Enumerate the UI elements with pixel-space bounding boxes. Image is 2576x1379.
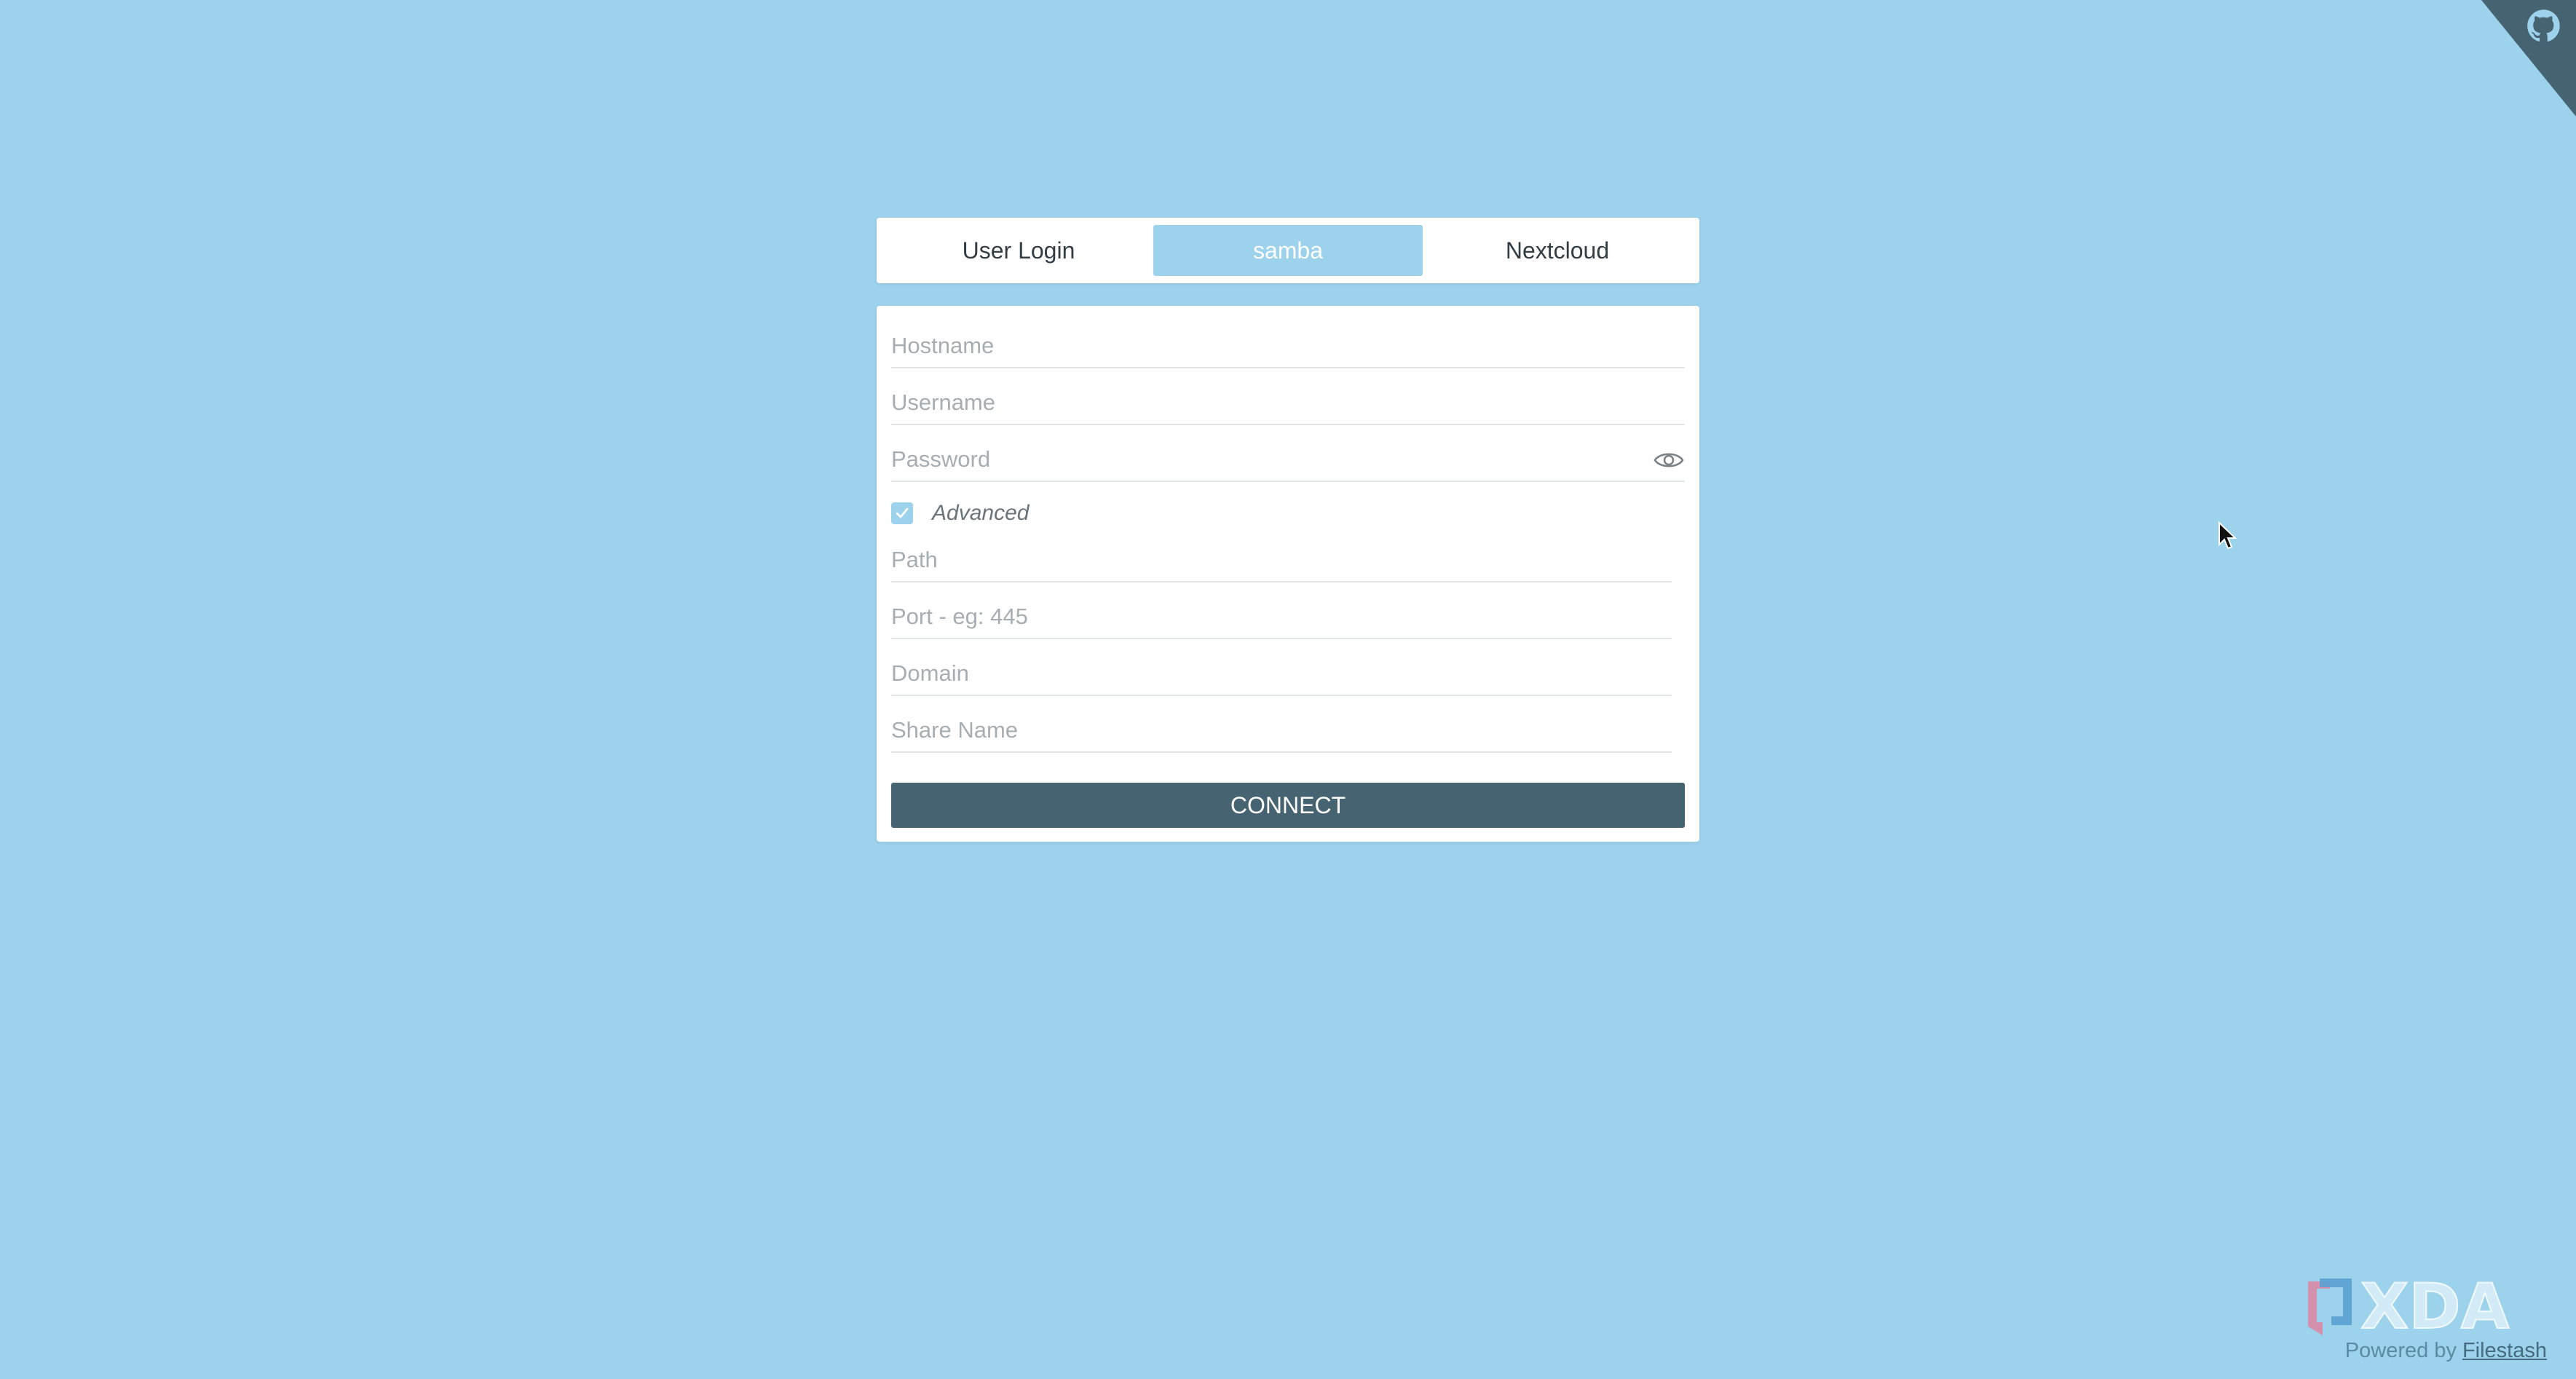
github-corner-icon[interactable] (2452, 0, 2576, 116)
tab-nextcloud[interactable]: Nextcloud (1423, 225, 1692, 276)
login-form-card: Advanced CONNECT (877, 306, 1699, 842)
checkmark-icon (896, 507, 909, 518)
powered-by-text: Powered by (2344, 1339, 2457, 1362)
xda-logo-text: XDA (2360, 1271, 2510, 1343)
tab-samba[interactable]: samba (1153, 225, 1423, 276)
connect-button[interactable]: CONNECT (891, 783, 1685, 828)
port-field (891, 596, 1672, 639)
domain-field (891, 652, 1672, 696)
mouse-cursor-icon (2219, 521, 2237, 550)
hostname-input[interactable] (891, 325, 1685, 367)
advanced-label: Advanced (932, 501, 1030, 525)
eye-icon[interactable] (1653, 450, 1685, 470)
hostname-field (891, 325, 1685, 368)
path-field (891, 539, 1672, 582)
share-name-field (891, 709, 1672, 753)
advanced-toggle[interactable]: Advanced (891, 501, 1029, 526)
tab-user-login[interactable]: User Login (884, 225, 1153, 276)
username-field (891, 382, 1685, 425)
password-input[interactable] (891, 438, 1634, 481)
password-field (891, 438, 1685, 482)
filestash-link[interactable]: Filestash (2462, 1339, 2547, 1362)
backend-tabs: User Login samba Nextcloud (877, 218, 1699, 283)
advanced-checkbox[interactable] (891, 502, 913, 524)
powered-by: Powered by Filestash (2345, 1339, 2547, 1363)
domain-input[interactable] (891, 652, 1672, 695)
username-input[interactable] (891, 382, 1685, 424)
share-name-input[interactable] (891, 709, 1672, 751)
port-input[interactable] (891, 596, 1672, 638)
path-input[interactable] (891, 539, 1672, 581)
